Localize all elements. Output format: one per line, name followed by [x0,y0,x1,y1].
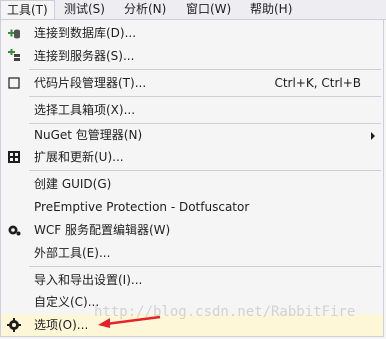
menu-analyze[interactable]: 分析(N) [118,0,172,19]
menu-item-external-tools[interactable]: 外部工具(E)... [1,242,383,264]
extensions-icon [8,151,20,163]
menu-test[interactable]: 测试(S) [58,0,111,19]
menu-item-label: NuGet 包管理器(N) [34,128,143,142]
server-connect-icon [8,49,20,61]
menu-item-label: 导入和导出设置(I)... [34,273,143,287]
menu-item-dotfuscator[interactable]: PreEmptive Protection - Dotfuscator [1,196,383,218]
menu-item-connect-server[interactable]: 连接到服务器(S)... [1,45,383,67]
menu-item-extensions-updates[interactable]: 扩展和更新(U)... [1,146,383,168]
menu-item-label: 创建 GUID(G) [34,177,112,191]
menu-separator [29,170,381,171]
menu-item-label: 连接到服务器(S)... [34,49,135,63]
menu-item-label: 外部工具(E)... [34,246,111,260]
menu-item-connect-database[interactable]: 连接到数据库(D)... [1,22,383,44]
menu-item-label: 连接到数据库(D)... [34,26,137,40]
menu-item-label: 代码片段管理器(T)... [34,76,147,90]
database-connect-icon [8,29,20,39]
menu-separator [29,69,381,70]
menu-item-import-export-settings[interactable]: 导入和导出设置(I)... [1,269,383,291]
gear-icon [7,318,21,332]
menu-window[interactable]: 窗口(W) [180,0,237,19]
menu-item-label: WCF 服务配置编辑器(W) [34,223,171,237]
menu-tools[interactable]: 工具(T) [0,0,55,20]
checkbox-icon [8,77,20,89]
submenu-arrow-icon [371,132,375,140]
menu-help[interactable]: 帮助(H) [244,0,298,19]
gear-icon [8,225,21,236]
red-arrow-annotation [98,315,161,328]
menu-item-label: 选择工具箱项(X)... [34,103,136,117]
menu-item-snippet-manager[interactable]: 代码片段管理器(T)... Ctrl+K, Ctrl+B [1,72,383,94]
tools-dropdown-menu: 连接到数据库(D)... 连接到服务器(S)... 代码片段管理器(T)... … [0,19,384,337]
menu-item-create-guid[interactable]: 创建 GUID(G) [1,173,383,195]
menu-item-wcf-config-editor[interactable]: WCF 服务配置编辑器(W) [1,219,383,241]
menu-item-label: 自定义(C)... [34,295,100,309]
menu-item-label: 扩展和更新(U)... [34,150,124,164]
menu-item-shortcut: Ctrl+K, Ctrl+B [274,76,361,90]
menu-item-label: 选项(O)... [34,318,89,332]
menu-separator [29,266,381,267]
menu-bar: 工具(T) 测试(S) 分析(N) 窗口(W) 帮助(H) [0,0,386,20]
menu-item-nuget-package-manager[interactable]: NuGet 包管理器(N) [1,124,383,146]
menu-separator [29,96,381,97]
menu-item-label: PreEmptive Protection - Dotfuscator [34,200,250,214]
menu-item-choose-toolbox-items[interactable]: 选择工具箱项(X)... [1,99,383,121]
